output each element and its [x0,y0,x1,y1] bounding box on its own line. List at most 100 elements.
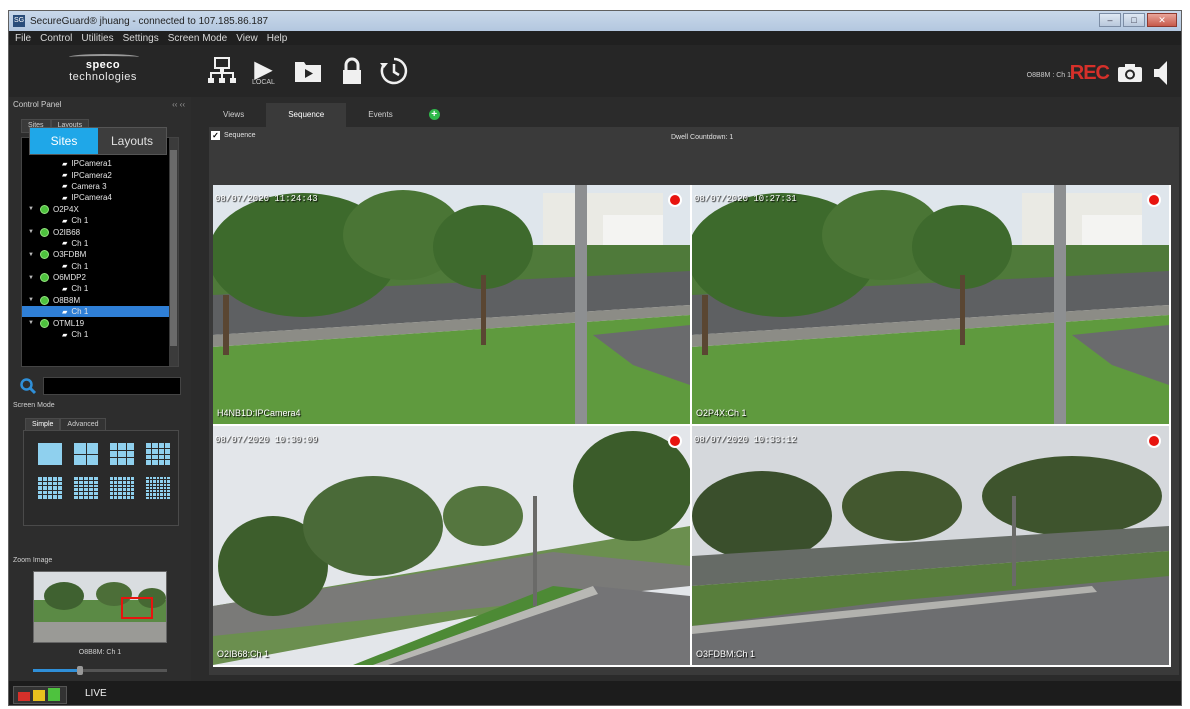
expand-icon[interactable]: ▼ [28,275,36,281]
zoom-caption: O8B8M: Ch 1 [78,649,122,656]
layout-5x5-button[interactable] [38,477,62,499]
title-bar: SG SecureGuard® jhuang - connected to 10… [9,11,1181,31]
tree-camera-item[interactable]: ▰ Ch 1 [22,329,178,340]
tree-item-label: Camera 3 [71,181,107,191]
zoom-slider-knob[interactable] [76,666,83,675]
tree-item-label: O2IB68 [53,227,81,237]
screen-mode-label: Screen Mode [13,402,55,409]
expand-icon[interactable]: ▼ [28,206,36,212]
snapshot-icon[interactable] [1117,63,1143,83]
feed-timestamp: 08/07/2020 10:27:31 [694,194,797,204]
tree-camera-item[interactable]: ▰ IPCamera2 [22,169,178,180]
search-input[interactable] [43,377,181,395]
tab-views[interactable]: Views [201,103,267,127]
tree-site-item[interactable]: ▼ O2IB68 [22,226,178,237]
minimize-button[interactable]: – [1099,13,1121,27]
expand-icon[interactable]: ▼ [28,229,36,235]
menu-control[interactable]: Control [40,33,72,44]
tab-sequence[interactable]: Sequence [266,103,347,127]
camera-view-street [213,185,690,424]
menu-bar: File Control Utilities Settings Screen M… [9,31,1181,45]
tree-camera-item[interactable]: ▰ Ch 1 [22,215,178,226]
tree-site-item[interactable]: ▼ O2P4X [22,204,178,215]
tree-camera-item[interactable]: ▰ Ch 1 [22,261,178,272]
status-bar: LIVE [9,681,1181,705]
site-online-icon [40,204,49,214]
site-online-icon [40,273,49,283]
camera-icon: ▰ [62,217,68,225]
site-online-icon [40,250,49,260]
zoom-preview[interactable] [33,571,167,643]
panel-title: Control Panel [13,100,62,109]
record-dot-icon [668,193,682,207]
tree-camera-item[interactable]: ▰ Ch 1 [22,238,178,249]
network-icon-svg [208,57,236,83]
tree-item-label: OTML19 [53,318,85,328]
video-feed[interactable]: 08/07/2020 10:33:12 O3FDBM:Ch 1 [692,426,1169,665]
sequence-checkbox[interactable]: ✓ [211,131,220,140]
feed-label: O3FDBM:Ch 1 [696,649,756,659]
camera-icon: ▰ [62,240,68,248]
play-local-icon[interactable]: ▶ LOCAL [252,55,275,87]
tree-site-item[interactable]: ▼ O6MDP2 [22,272,178,283]
layout-4x4-button[interactable] [146,443,170,465]
video-feed[interactable]: 08/07/2020 10:30:09 O2IB68:Ch 1 [213,426,690,665]
camera-icon: ▰ [62,183,68,191]
tree-site-item[interactable]: ▼ OTML19 [22,317,178,328]
tree-item-label: O6MDP2 [53,273,86,283]
layout-6x6-button[interactable] [110,477,134,499]
tree-camera-item[interactable]: ▰ Camera 3 [22,181,178,192]
tree-camera-item[interactable]: ▰ Ch 1 [22,283,178,294]
layout-2x2-button[interactable] [74,443,98,465]
menu-help[interactable]: Help [267,33,288,44]
menu-view[interactable]: View [236,33,258,44]
video-feed[interactable]: 08/07/2020 10:27:31 O2P4X:Ch 1 [692,185,1169,424]
site-online-icon [40,318,49,328]
close-button[interactable]: ✕ [1147,13,1177,27]
play-glyph: ▶ [254,54,273,83]
tree-camera-item[interactable]: ▰ IPCamera1 [22,158,178,169]
system-health-icon[interactable] [13,686,67,704]
menu-screen-mode[interactable]: Screen Mode [168,33,227,44]
menu-file[interactable]: File [15,33,31,44]
tree-camera-item[interactable]: ▰ IPCamera4 [22,192,178,203]
lock-icon-svg [343,57,361,84]
layout-1x1-button[interactable] [38,443,62,465]
tree-scroll-thumb[interactable] [170,150,177,346]
camera-icon: ▰ [62,194,68,202]
layout-7x7-button[interactable] [146,477,170,499]
menu-settings[interactable]: Settings [123,33,159,44]
record-dot-icon [668,434,682,448]
maximize-button[interactable]: □ [1123,13,1145,27]
pin-icon[interactable]: ‹‹ ‹‹ [172,100,185,109]
tree-site-item[interactable]: ▼ O3FDBM [22,249,178,260]
playback-folder-icon[interactable] [293,55,323,87]
tree-scrollbar[interactable] [169,138,178,366]
camera-icon: ▰ [62,160,68,168]
search-icon[interactable] [19,377,37,395]
tree-camera-item[interactable]: ▰ Ch 1 [22,306,178,318]
camera-icon: ▰ [62,172,68,180]
tree-item-label: Ch 1 [71,330,89,340]
add-tab-button[interactable]: + [414,103,454,127]
popup-tab-layouts[interactable]: Layouts [98,128,166,154]
expand-icon[interactable]: ▼ [28,297,36,303]
history-icon[interactable] [379,55,409,87]
tab-events[interactable]: Events [346,103,415,127]
tree-site-item[interactable]: ▼ O8B8M [22,295,178,306]
speaker-icon[interactable] [1153,59,1169,93]
expand-icon[interactable]: ▼ [28,252,36,258]
zoom-preview-image [34,572,166,642]
zoom-slider[interactable] [33,666,167,675]
tree-item-label: Ch 1 [71,261,89,271]
expand-icon[interactable]: ▼ [28,320,36,326]
layout-3x3-button[interactable] [110,443,134,465]
rec-indicator[interactable]: REC [1070,62,1110,85]
lock-icon[interactable] [341,55,363,87]
menu-utilities[interactable]: Utilities [81,33,113,44]
network-icon[interactable] [207,55,237,87]
layout-5x6-button[interactable] [74,477,98,499]
zoom-slider-fill [33,669,80,672]
video-feed[interactable]: 08/07/2020 11:24:43 H4NB1D:IPCamera4 [213,185,690,424]
popup-tab-sites[interactable]: Sites [30,128,98,154]
